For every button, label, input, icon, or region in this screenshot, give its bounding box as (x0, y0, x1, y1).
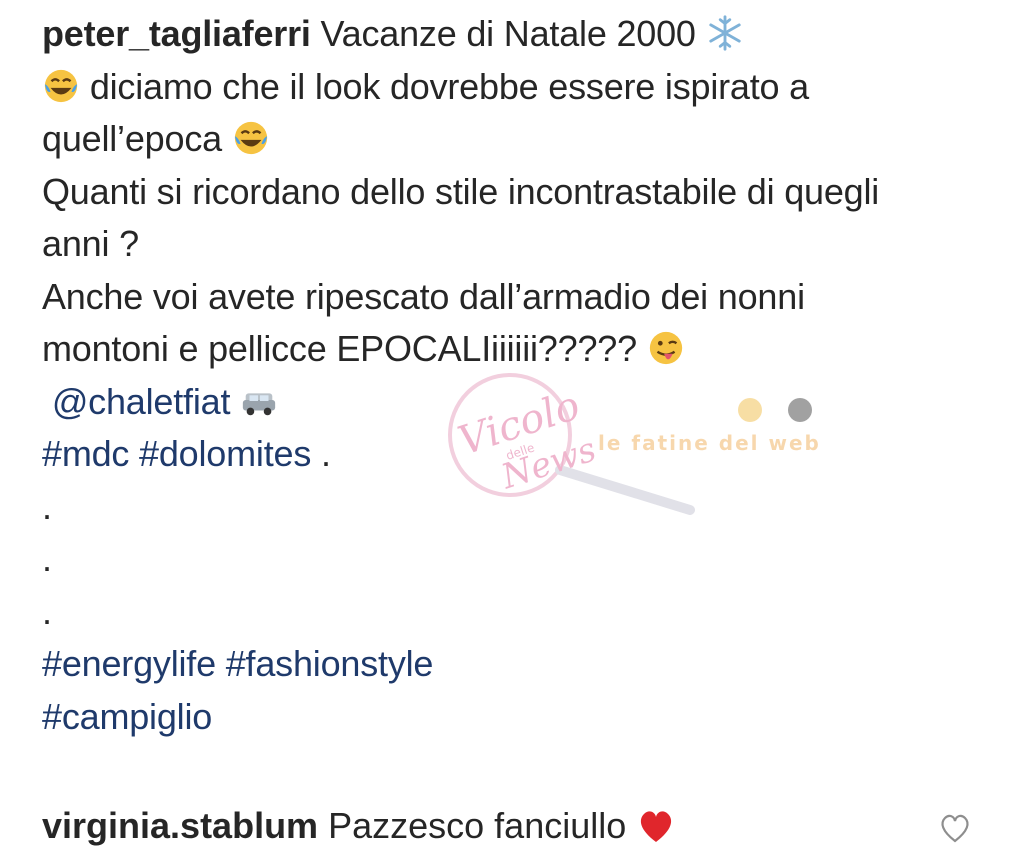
caption-line-2: diciamo che il look dovrebbe essere ispi… (42, 61, 1002, 114)
hashtag-link[interactable]: #energylife #fashionstyle (42, 643, 433, 684)
caption-text: . (311, 433, 331, 474)
post-username[interactable]: peter_tagliaferri (42, 13, 311, 54)
caption-line-4: Quanti si ricordano dello stile incontra… (42, 166, 1002, 219)
caption-line-6: Anche voi avete ripescato dall’armadio d… (42, 271, 1002, 324)
caption-text: montoni e pellicce EPOCALIiiiiii????? (42, 328, 647, 369)
caption-text: diciamo che il look dovrebbe essere ispi… (89, 65, 809, 107)
caption-line-hashtags-2: #energylife #fashionstyle (42, 638, 1002, 691)
comment-username[interactable]: virginia.stablum (42, 805, 318, 846)
caption-line-5: anni ? (42, 218, 1002, 271)
fairy-character-icon (738, 398, 762, 422)
car-icon (242, 392, 276, 415)
caption-dot: . (42, 538, 52, 579)
caption-text: Anche voi avete ripescato dall’armadio d… (42, 275, 805, 317)
tears-of-joy-icon (44, 69, 78, 102)
comment-text: Pazzesco fanciullo (328, 805, 627, 846)
snowflake-icon (708, 15, 741, 51)
like-heart-outline-icon[interactable] (938, 812, 972, 844)
caption-line-7: montoni e pellicce EPOCALIiiiiii????? (42, 323, 1002, 376)
caption-line-3: quell’epoca (42, 113, 1002, 166)
caption-text: anni ? (42, 223, 139, 264)
watermark-logo: Vicolo delle News le fatine del web (448, 373, 821, 515)
caption-dot: . (42, 590, 52, 632)
caption-text: quell’epoca (42, 118, 232, 159)
fairy-character-icon (788, 398, 812, 422)
hashtag-link[interactable]: #campiglio (42, 696, 212, 737)
mention-link[interactable]: @chaletfiat (52, 381, 231, 422)
caption-text: Quanti si ricordano dello stile incontra… (42, 170, 880, 212)
red-heart-icon (641, 811, 672, 842)
tears-of-joy-icon (234, 121, 267, 155)
comment: virginia.stablum Pazzesco fanciullo (42, 800, 1002, 852)
hashtag-link[interactable]: #mdc #dolomites (42, 433, 311, 474)
caption-line-hashtags-3: #campiglio (42, 691, 1002, 744)
winking-tongue-icon (649, 331, 682, 365)
caption-line-1: peter_tagliaferri Vacanze di Natale 2000 (42, 8, 1002, 61)
watermark-tagline: le fatine del web (598, 431, 821, 455)
caption-text: Vacanze di Natale 2000 (320, 13, 696, 54)
